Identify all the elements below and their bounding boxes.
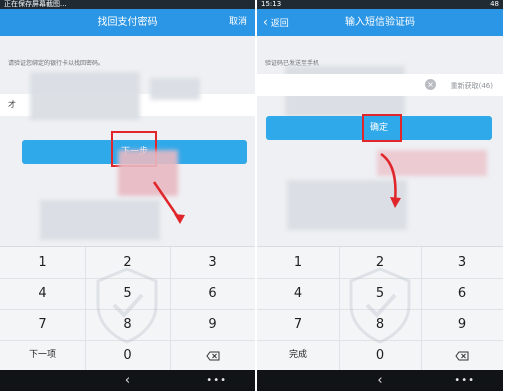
page-title: 找回支付密码 (97, 17, 158, 28)
navigation-bar: ‹ ••• (257, 370, 503, 391)
key-next-field[interactable]: 下一项 (0, 340, 85, 371)
key-5[interactable]: 5 (85, 278, 170, 309)
key-0[interactable]: 0 (339, 340, 421, 371)
screenshot-composite: 正在保存屏幕截图... 找回支付密码 取消 请验证您绑定的银行卡以找回密码。 才… (0, 0, 524, 391)
input-cursor: 才 (8, 100, 16, 109)
key-3[interactable]: 3 (170, 247, 255, 278)
right-phone-screen: 15:13 48 ‹ 返回 输入短信验证码 验证码已发送至手机 × 重新获取(4… (257, 0, 503, 391)
page-title: 输入短信验证码 (345, 17, 415, 28)
redacted-area (150, 78, 200, 100)
instruction-text: 请验证您绑定的银行卡以找回密码。 (8, 60, 105, 67)
key-6[interactable]: 6 (170, 278, 255, 309)
navigation-bar: ‹ ••• (0, 370, 255, 391)
title-bar: ‹ 返回 输入短信验证码 (257, 9, 503, 36)
key-6[interactable]: 6 (421, 278, 503, 309)
backspace-key[interactable] (421, 340, 503, 371)
left-phone-screen: 正在保存屏幕截图... 找回支付密码 取消 请验证您绑定的银行卡以找回密码。 才… (0, 0, 255, 391)
resend-code-button[interactable]: 重新获取(46) (451, 81, 493, 91)
nav-menu-icon[interactable]: ••• (206, 370, 227, 391)
key-2[interactable]: 2 (85, 247, 170, 278)
key-3[interactable]: 3 (421, 247, 503, 278)
cancel-button[interactable]: 取消 (229, 9, 247, 36)
status-bar: 15:13 48 (257, 0, 503, 9)
page-margin (503, 0, 524, 391)
key-0[interactable]: 0 (85, 340, 170, 371)
numeric-keypad: 1 2 3 4 5 6 7 8 9 下一项 0 (0, 246, 255, 370)
key-5[interactable]: 5 (339, 278, 421, 309)
clear-icon[interactable]: × (425, 79, 436, 90)
key-9[interactable]: 9 (170, 309, 255, 340)
highlight-box (362, 114, 402, 142)
key-2[interactable]: 2 (339, 247, 421, 278)
status-signal: 48 (490, 0, 499, 8)
key-7[interactable]: 7 (0, 309, 85, 340)
backspace-icon (455, 351, 469, 360)
nav-back-icon[interactable]: ‹ (125, 370, 130, 391)
key-8[interactable]: 8 (339, 309, 421, 340)
nav-back-icon[interactable]: ‹ (377, 370, 382, 391)
status-bar: 正在保存屏幕截图... (0, 0, 255, 9)
key-8[interactable]: 8 (85, 309, 170, 340)
backspace-icon (205, 351, 219, 360)
key-9[interactable]: 9 (421, 309, 503, 340)
redacted-area (30, 72, 140, 120)
numeric-keypad: 1 2 3 4 5 6 7 8 9 完成 0 (257, 246, 503, 370)
key-1[interactable]: 1 (257, 247, 339, 278)
redacted-area (40, 200, 160, 240)
red-arrow-icon (380, 152, 401, 208)
key-4[interactable]: 4 (257, 278, 339, 309)
sms-code-input[interactable]: × 重新获取(46) (257, 74, 503, 96)
key-1[interactable]: 1 (0, 247, 85, 278)
key-done[interactable]: 完成 (257, 340, 339, 371)
nav-menu-icon[interactable]: ••• (454, 370, 475, 391)
status-text: 正在保存屏幕截图... (4, 0, 67, 8)
status-time: 15:13 (261, 0, 282, 8)
title-bar: 找回支付密码 取消 (0, 9, 255, 36)
backspace-key[interactable] (170, 340, 255, 371)
red-arrow-icon (152, 181, 185, 224)
key-4[interactable]: 4 (0, 278, 85, 309)
key-7[interactable]: 7 (257, 309, 339, 340)
